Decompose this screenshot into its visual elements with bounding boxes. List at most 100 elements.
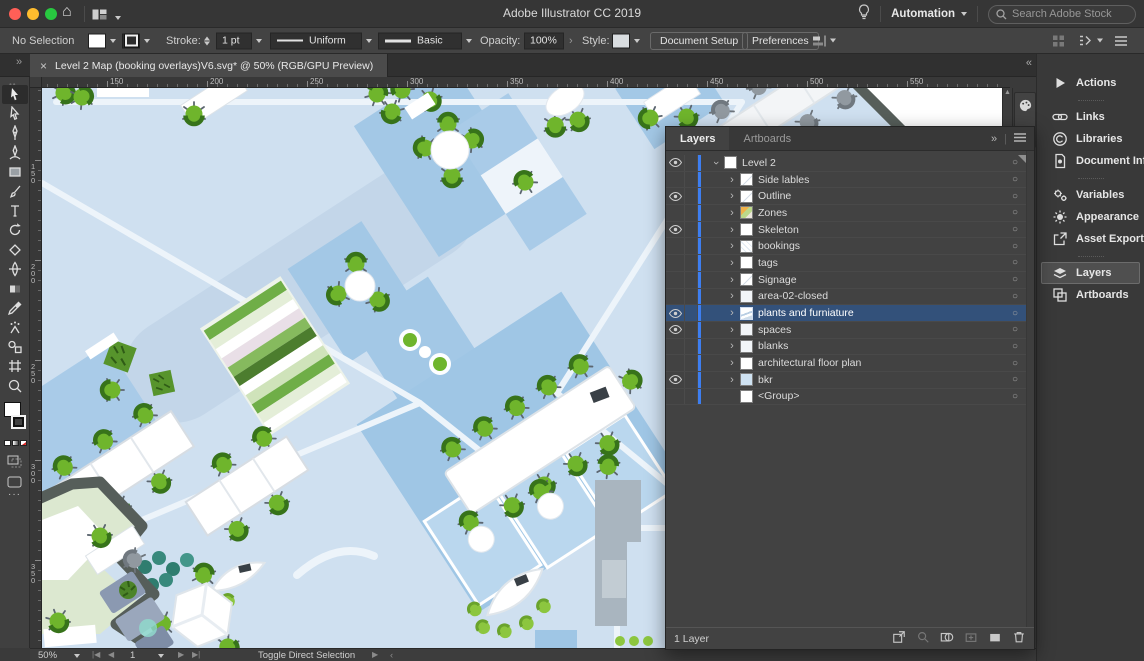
visibility-toggle[interactable] xyxy=(666,322,685,338)
dock-item-layers[interactable]: Layers xyxy=(1041,262,1140,284)
arrange-grid-icon[interactable] xyxy=(1052,34,1065,47)
visibility-toggle[interactable] xyxy=(666,188,685,204)
disclosure-arrow[interactable]: › xyxy=(725,240,739,252)
style-swatch[interactable] xyxy=(612,33,630,48)
dock-item-actions[interactable]: Actions xyxy=(1041,72,1140,94)
lock-toggle[interactable] xyxy=(685,289,698,305)
target-circle[interactable]: ○ xyxy=(1004,274,1026,285)
type-tool[interactable] xyxy=(2,201,28,220)
stroke-indicator[interactable] xyxy=(11,415,26,429)
prev-artboard-icon[interactable]: ◀ xyxy=(108,650,114,659)
visibility-toggle[interactable] xyxy=(666,222,685,238)
layer-name[interactable]: Level 2 xyxy=(742,157,1004,169)
disclosure-arrow[interactable]: › xyxy=(725,290,739,302)
dock-item-asset-export[interactable]: Asset Export xyxy=(1041,228,1140,250)
learn-bulb-icon[interactable] xyxy=(858,4,870,25)
close-window-button[interactable] xyxy=(9,8,21,20)
edit-toolbar-ellipsis-icon[interactable]: ··· xyxy=(8,489,21,500)
layer-row[interactable]: › bookings ○ xyxy=(666,238,1026,255)
color-mode-buttons[interactable] xyxy=(4,440,27,446)
preferences-button[interactable]: Preferences xyxy=(742,32,819,50)
visibility-toggle[interactable] xyxy=(666,389,685,405)
target-circle[interactable]: ○ xyxy=(1004,374,1026,385)
layer-thumbnail[interactable] xyxy=(740,206,753,219)
artboard-number-field[interactable]: 1 xyxy=(130,650,135,661)
lock-toggle[interactable] xyxy=(685,188,698,204)
disclosure-arrow[interactable]: › xyxy=(725,307,739,319)
gradient-button[interactable] xyxy=(12,440,19,446)
target-circle[interactable]: ○ xyxy=(1004,358,1026,369)
target-circle[interactable]: ○ xyxy=(1004,308,1026,319)
dock-item-libraries[interactable]: Libraries xyxy=(1041,128,1140,150)
symbol-sprayer-tool[interactable] xyxy=(2,318,28,337)
opacity-field[interactable]: 100% xyxy=(524,32,564,49)
eraser-tool[interactable] xyxy=(2,240,28,259)
visibility-toggle[interactable] xyxy=(666,255,685,271)
visibility-toggle[interactable] xyxy=(666,238,685,254)
style-chevron-icon[interactable] xyxy=(634,39,640,43)
layer-name[interactable]: Zones xyxy=(758,207,1004,219)
disclosure-arrow[interactable]: › xyxy=(725,257,739,269)
rotate-tool[interactable] xyxy=(2,221,28,240)
gradient-tool[interactable] xyxy=(2,279,28,298)
target-circle[interactable]: ○ xyxy=(1004,191,1026,202)
stroke-weight-chevron-icon[interactable] xyxy=(256,39,262,43)
align-options-icon[interactable] xyxy=(812,34,836,47)
layer-thumbnail[interactable] xyxy=(724,156,737,169)
layer-row[interactable]: › Signage ○ xyxy=(666,272,1026,289)
layer-name[interactable]: blanks xyxy=(758,340,1004,352)
vertical-ruler[interactable]: 150200250300350 xyxy=(30,88,42,648)
visibility-toggle[interactable] xyxy=(666,289,685,305)
layer-row[interactable]: › Zones ○ xyxy=(666,205,1026,222)
target-circle[interactable]: ○ xyxy=(1004,291,1026,302)
lock-toggle[interactable] xyxy=(685,238,698,254)
lock-toggle[interactable] xyxy=(685,355,698,371)
panel-scroll-gutter[interactable] xyxy=(1026,151,1034,627)
target-circle[interactable]: ○ xyxy=(1004,391,1026,402)
layer-name[interactable]: tags xyxy=(758,257,1004,269)
layer-name[interactable]: spaces xyxy=(758,324,1004,336)
layer-name[interactable]: architectural floor plan xyxy=(758,357,1004,369)
collect-for-export-button[interactable] xyxy=(892,630,906,647)
disclosure-arrow[interactable]: › xyxy=(725,324,739,336)
layer-thumbnail[interactable] xyxy=(740,290,753,303)
dock-item-appearance[interactable]: Appearance xyxy=(1041,206,1140,228)
opacity-expand-icon[interactable]: › xyxy=(569,35,573,47)
horizontal-ruler[interactable]: 150200250300350400450500550 xyxy=(30,77,1010,88)
lock-toggle[interactable] xyxy=(685,222,698,238)
lock-toggle[interactable] xyxy=(685,372,698,388)
dock-item-variables[interactable]: Variables xyxy=(1041,184,1140,206)
color-panel-icon[interactable] xyxy=(1015,93,1035,117)
layer-thumbnail[interactable] xyxy=(740,390,753,403)
width-profile-chevron-icon[interactable] xyxy=(366,39,372,43)
zoom-level-field[interactable]: 50% xyxy=(38,650,57,661)
lock-toggle[interactable] xyxy=(685,172,698,188)
search-adobe-stock-input[interactable]: Search Adobe Stock xyxy=(988,5,1136,24)
collapse-tools-icon[interactable]: » xyxy=(16,56,20,68)
artboard-chevron-icon[interactable] xyxy=(158,654,164,658)
dock-item-artboards[interactable]: Artboards xyxy=(1041,284,1140,306)
rectangle-tool[interactable] xyxy=(2,163,28,182)
none-button[interactable] xyxy=(20,440,27,446)
disclosure-arrow[interactable]: › xyxy=(725,357,739,369)
lock-toggle[interactable] xyxy=(685,272,698,288)
layer-row[interactable]: › tags ○ xyxy=(666,255,1026,272)
layer-row[interactable]: › spaces ○ xyxy=(666,322,1026,339)
zoom-window-button[interactable] xyxy=(45,8,57,20)
visibility-toggle[interactable] xyxy=(666,272,685,288)
visibility-toggle[interactable] xyxy=(666,172,685,188)
visibility-toggle[interactable] xyxy=(666,205,685,221)
target-circle[interactable]: ○ xyxy=(1004,174,1026,185)
lock-toggle[interactable] xyxy=(685,322,698,338)
width-tool[interactable] xyxy=(2,260,28,279)
layer-row[interactable]: › bkr ○ xyxy=(666,372,1026,389)
layer-name[interactable]: Skeleton xyxy=(758,224,1004,236)
brush-dropdown[interactable]: Basic xyxy=(378,32,462,49)
layer-thumbnail[interactable] xyxy=(740,357,753,370)
delete-layer-button[interactable] xyxy=(1012,630,1026,647)
new-sublayer-button[interactable] xyxy=(964,630,978,647)
collapse-dock-icon[interactable]: « xyxy=(1026,57,1030,69)
visibility-toggle[interactable] xyxy=(666,155,685,171)
layer-name[interactable]: area-02-closed xyxy=(758,290,1004,302)
visibility-toggle[interactable] xyxy=(666,339,685,355)
